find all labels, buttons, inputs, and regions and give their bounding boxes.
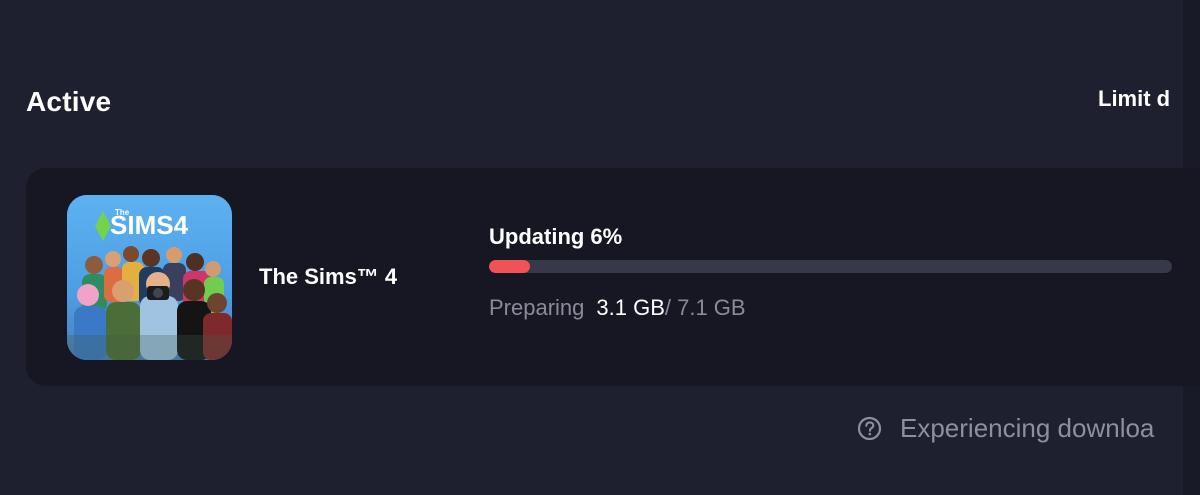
downloads-page: Active Limit d SIMS4 The The Sims™ 4 Upd… — [0, 0, 1200, 495]
question-circle-icon — [857, 416, 882, 441]
download-size-info: Preparing 3.1 GB/ 7.1 GB — [489, 295, 746, 321]
download-phase: Preparing — [489, 295, 585, 320]
game-title: The Sims™ 4 — [259, 264, 398, 289]
game-cover-image[interactable]: SIMS4 The — [67, 195, 232, 360]
svg-text:The: The — [115, 208, 130, 217]
download-help-link[interactable]: Experiencing downloa — [857, 415, 1154, 441]
active-section-title: Active — [26, 86, 112, 117]
limit-download-link[interactable]: Limit d — [1098, 86, 1170, 112]
download-progress-fill — [489, 260, 530, 273]
downloaded-size: 3.1 GB — [596, 295, 665, 320]
download-progress-bar — [489, 260, 1172, 273]
download-help-text[interactable]: Experiencing downloa — [900, 415, 1154, 441]
download-status: Updating 6% — [489, 224, 623, 249]
total-size: / 7.1 GB — [664, 295, 746, 320]
